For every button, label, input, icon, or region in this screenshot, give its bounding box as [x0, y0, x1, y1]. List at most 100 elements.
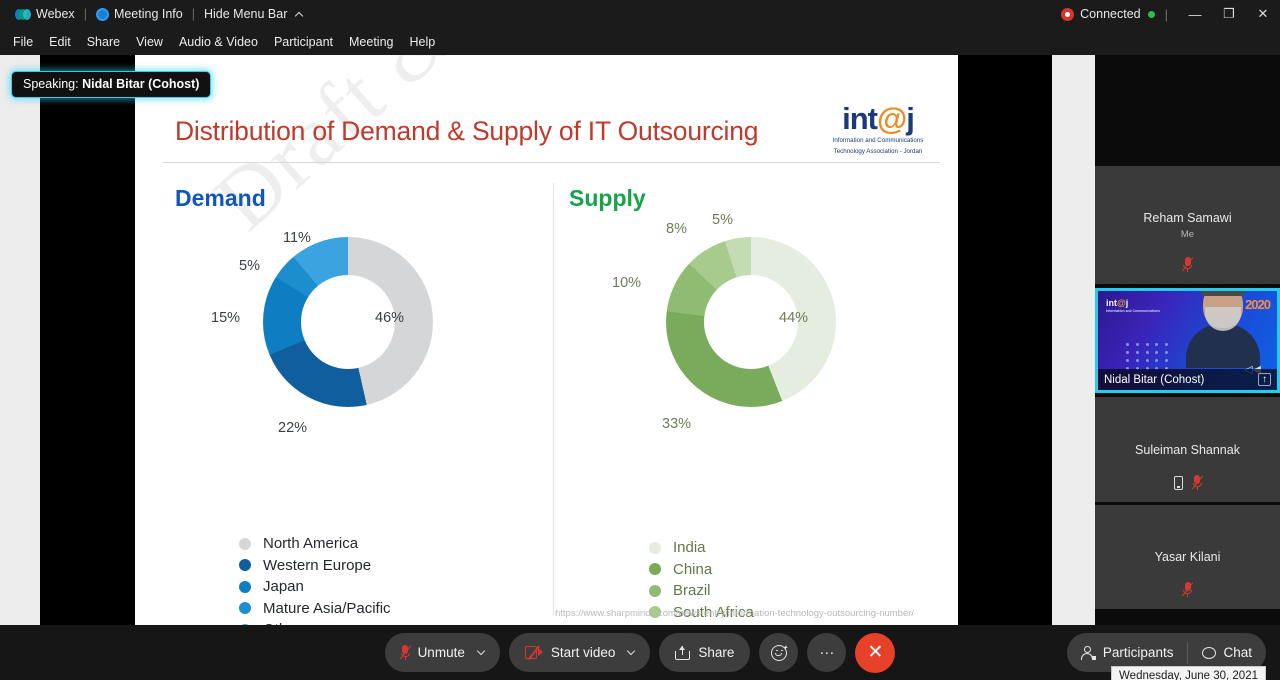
video-overlay-logo: int@j Information and Communications: [1106, 298, 1161, 313]
menu-item-meeting[interactable]: Meeting: [341, 28, 401, 55]
unmute-button[interactable]: Unmute: [384, 633, 500, 672]
logo-part1: int: [842, 101, 878, 136]
logo-subtitle-line2: Technology Association - Jordan: [833, 148, 923, 156]
participant-tile-reham-samawi[interactable]: Reham Samawi Me: [1095, 165, 1280, 285]
legend-swatch-icon: [649, 541, 661, 554]
participant-tile-suleiman-shannak[interactable]: Suleiman Shannak: [1095, 396, 1280, 503]
menu-item-view[interactable]: View: [128, 28, 171, 55]
legend-swatch-icon: [239, 559, 251, 572]
supply-value-3: 8%: [666, 221, 687, 237]
legend-item: Western Europe: [239, 555, 391, 577]
participant-name: Nidal Bitar (Cohost): [1104, 373, 1205, 386]
title-bar-left: Webex | Meeting Info | Hide Menu Bar: [0, 0, 309, 28]
logo-subtitle-line1: Information and Communications: [832, 137, 924, 144]
meeting-controls-group: Unmute Start video Share ✦ ··· ✕: [384, 632, 896, 673]
supply-donut-wrap: [666, 237, 836, 407]
supply-value-0: 44%: [779, 310, 809, 326]
meeting-info-button[interactable]: Meeting Info: [89, 0, 190, 28]
hide-menu-bar-button[interactable]: Hide Menu Bar: [197, 0, 309, 28]
chevron-down-icon[interactable]: [627, 646, 636, 655]
panel-toggles-group: Participants Chat Wednesday, June 30, 20…: [1066, 633, 1266, 680]
expand-icon[interactable]: ↑: [1258, 373, 1271, 386]
chevron-down-icon[interactable]: [476, 646, 486, 655]
menu-item-file[interactable]: File: [5, 28, 41, 55]
legend-item: North America: [239, 533, 391, 555]
menu-item-participant[interactable]: Participant: [266, 28, 341, 55]
speaking-name: Nidal Bitar (Cohost): [82, 77, 200, 91]
demand-value-4: 11%: [283, 230, 311, 246]
more-options-button[interactable]: ···: [807, 633, 847, 672]
record-icon[interactable]: [1061, 7, 1075, 21]
demand-donut-wrap: [263, 237, 433, 407]
reactions-button[interactable]: ✦: [759, 633, 799, 672]
participant-tile-yasar-kilani[interactable]: Yasar Kilani: [1095, 504, 1280, 610]
unmute-label: Unmute: [417, 645, 465, 660]
participant-name: Yasar Kilani: [1154, 550, 1221, 564]
end-meeting-button[interactable]: ✕: [855, 632, 896, 673]
participant-filmstrip: Reham Samawi Me int@j Information and Com…: [1095, 55, 1280, 625]
mic-muted-icon: [1181, 257, 1194, 272]
legend-item: India: [649, 537, 777, 559]
connection-status-label: Connected: [1080, 7, 1141, 21]
panel-divider: [553, 183, 554, 615]
start-video-label: Start video: [550, 645, 616, 660]
menu-item-share[interactable]: Share: [79, 28, 128, 55]
source-url[interactable]: https://www.sharpminds.com/news-entry/in…: [555, 608, 914, 619]
legend-label: China: [673, 560, 713, 578]
video-person-image: [1186, 291, 1260, 368]
webex-meeting-window: Webex | Meeting Info | Hide Menu Bar Con…: [0, 0, 1280, 680]
legend-swatch-icon: [239, 580, 251, 593]
supply-donut-chart: [666, 237, 836, 407]
legend-label: Brazil: [673, 582, 711, 600]
menu-item-help[interactable]: Help: [401, 28, 443, 55]
chat-icon: [1202, 646, 1217, 659]
share-button[interactable]: Share: [659, 633, 751, 672]
mic-muted-icon: [399, 645, 412, 660]
meeting-controls-toolbar: Unmute Start video Share ✦ ··· ✕ Partici…: [0, 625, 1280, 680]
legend-item: Japan: [239, 576, 391, 598]
stage-letterbox-left: [40, 55, 135, 625]
mic-muted-icon: [1181, 582, 1194, 597]
legend-item: China: [649, 559, 777, 581]
title-bar-right: Connected | — ❐ ✕: [1061, 0, 1280, 28]
legend-item: Brazil: [649, 580, 777, 602]
title-separator-3: |: [1164, 6, 1168, 22]
speaking-prefix: Speaking:: [23, 77, 79, 91]
logo-wordmark: int@j: [816, 103, 940, 134]
app-title[interactable]: Webex: [8, 0, 82, 28]
video-overlay-logo-sub: Information and Communications: [1106, 309, 1161, 313]
legend-label: India: [673, 539, 706, 557]
logo-part2: j: [906, 101, 915, 136]
webex-logo-icon: [15, 8, 31, 21]
participant-status-icons: [1181, 582, 1194, 597]
logo-at-icon: @: [877, 101, 907, 136]
menu-bar: File Edit Share View Audio & Video Parti…: [0, 28, 1280, 55]
legend-label: North America: [263, 535, 359, 553]
demand-legend: North America Western Europe Japan Matur…: [239, 533, 391, 625]
menu-item-edit[interactable]: Edit: [41, 28, 79, 55]
menu-item-audio-video[interactable]: Audio & Video: [171, 28, 266, 55]
title-divider: [163, 162, 940, 163]
slide-title: Distribution of Demand & Supply of IT Ou…: [175, 116, 759, 146]
chevron-up-icon: [295, 11, 304, 21]
demand-value-0: 46%: [375, 310, 405, 326]
minimize-button[interactable]: —: [1178, 0, 1212, 28]
participant-name: Suleiman Shannak: [1135, 442, 1240, 457]
maximize-button[interactable]: ❐: [1212, 0, 1246, 28]
demand-value-2: 15%: [211, 310, 241, 326]
participant-status-icons: [1181, 257, 1194, 272]
video-name-bar: Nidal Bitar (Cohost) ↑: [1098, 369, 1277, 390]
hide-menu-bar-label: Hide Menu Bar: [203, 7, 288, 21]
shared-slide[interactable]: Draft & Confidential Distribution of Dem…: [135, 55, 958, 625]
video-overlay-dots-icon: [1126, 343, 1170, 370]
legend-swatch-icon: [239, 537, 251, 550]
intaj-logo: int@j Information and Communications Tec…: [816, 103, 940, 157]
legend-swatch-icon: [649, 584, 661, 597]
supply-value-1: 33%: [662, 416, 692, 432]
participants-label: Participants: [1102, 645, 1174, 660]
shared-content-stage: Draft & Confidential Distribution of Dem…: [0, 55, 1095, 625]
close-button[interactable]: ✕: [1246, 0, 1280, 28]
participant-tile-nidal-bitar[interactable]: int@j Information and Communications 2020…: [1095, 288, 1280, 393]
demand-donut-chart: [263, 237, 433, 407]
start-video-button[interactable]: Start video: [508, 633, 651, 672]
